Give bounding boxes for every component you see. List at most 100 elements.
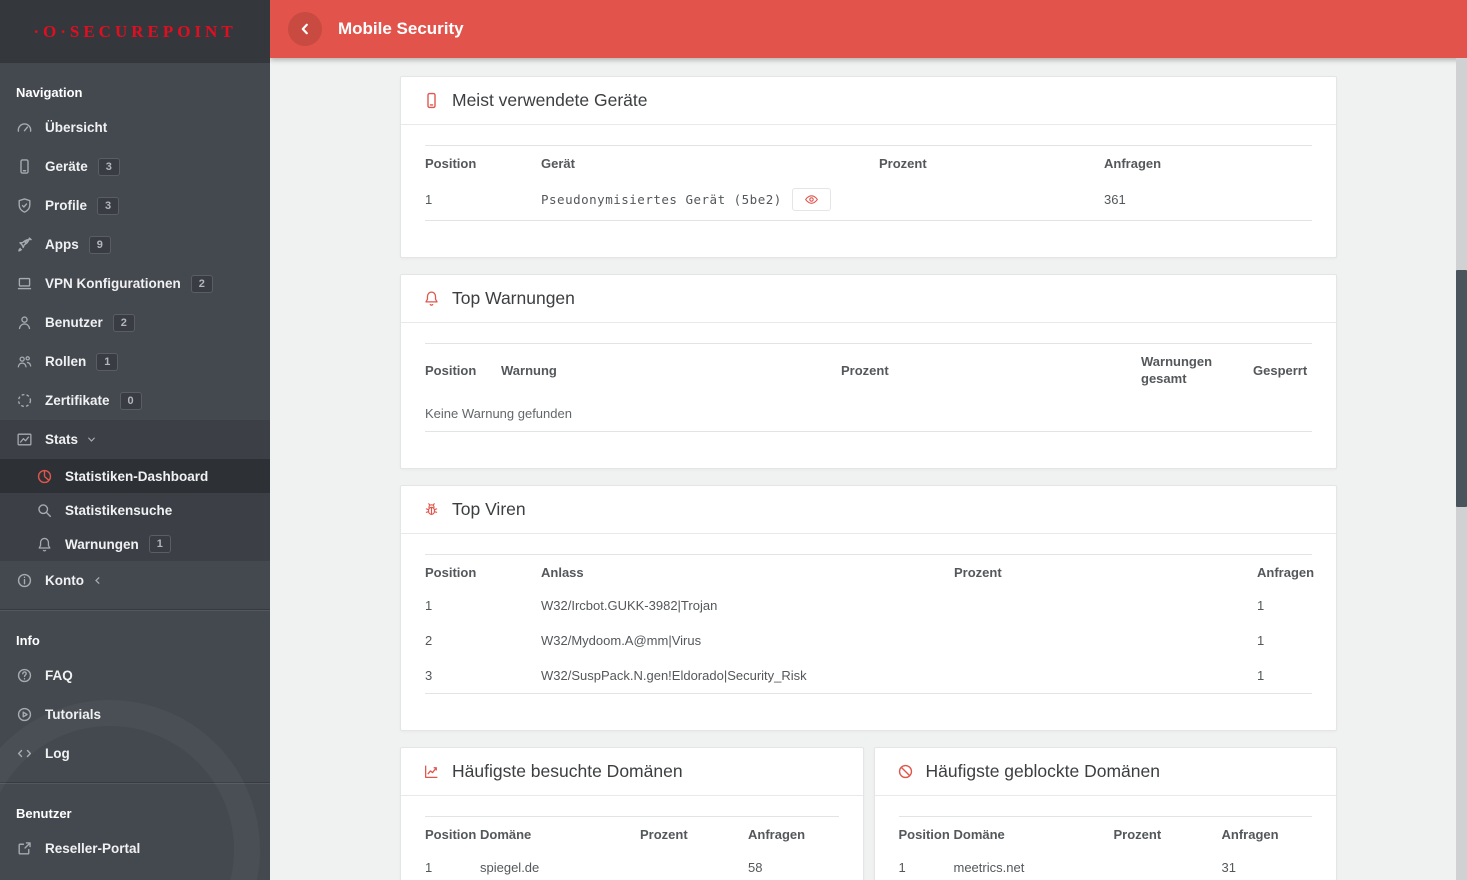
requests-cell: 31 [1221, 860, 1236, 875]
sidebar-item-label: FAQ [45, 668, 73, 683]
chevron-left-icon [92, 575, 103, 586]
column-header-gesperrt: Gesperrt [1253, 362, 1308, 378]
card-top-visited-domains: Häufigste besuchte Domänen Position Domä… [400, 747, 864, 880]
card-title: Häufigste besuchte Domänen [452, 761, 683, 781]
securepoint-logo: ·O·SECUREPOINT [33, 21, 237, 41]
sidebar-item-label: Zertifikate [45, 393, 110, 408]
sidebar-item-faq[interactable]: FAQ [0, 656, 270, 695]
column-header-anfragen: Anfragen [1104, 156, 1162, 171]
column-header-prozent: Prozent [1113, 827, 1162, 842]
requests-cell: 1 [1257, 668, 1265, 683]
section-label: Info [16, 633, 40, 648]
question-icon [16, 667, 33, 684]
virus-name: W32/Ircbot.GUKK-3982|Trojan [541, 598, 718, 613]
chart-icon [16, 431, 33, 448]
column-header-prozent: Prozent [640, 827, 688, 842]
position-cell: 1 [425, 192, 433, 207]
card-title: Top Warnungen [452, 288, 575, 308]
sidebar-item-vpn-konfigurationen[interactable]: VPN Konfigurationen 2 [0, 264, 270, 303]
column-header-position: Position [425, 565, 477, 580]
table-row: 3 W32/SuspPack.N.gen!Eldorado|Security_R… [425, 658, 1312, 693]
column-header-warnung: Warnung [501, 362, 557, 378]
view-device-button[interactable] [791, 188, 831, 211]
sidebar-item-warnungen[interactable]: Warnungen 1 [0, 527, 270, 561]
gauge-icon [16, 119, 33, 136]
scrollbar-track[interactable] [1456, 58, 1467, 880]
laptop-icon [16, 275, 33, 292]
sidebar-item-label: Profile [45, 198, 88, 213]
sidebar-item-label: Statistiken-Dashboard [65, 468, 209, 484]
topbar: Mobile Security [270, 0, 1467, 58]
table-row: 1 Pseudonymisiertes Gerät (5be2) 361 [425, 179, 1312, 220]
column-header-anfragen: Anfragen [748, 827, 806, 842]
virus-name: W32/SuspPack.N.gen!Eldorado|Security_Ris… [541, 668, 807, 683]
sidebar-item-geraete[interactable]: Geräte 3 [0, 147, 270, 186]
count-badge: 2 [112, 313, 135, 332]
sidebar-item-label: Geräte [45, 159, 88, 174]
sidebar-item-zertifikate[interactable]: Zertifikate 0 [0, 381, 270, 420]
column-header-prozent: Prozent [954, 565, 1002, 580]
sidebar-item-label: Warnungen [65, 536, 139, 552]
count-badge: 1 [96, 352, 119, 371]
column-header-position: Position [425, 362, 477, 378]
section-label: Navigation [16, 85, 83, 100]
shield-icon [16, 197, 33, 214]
sidebar-item-statistiken-dashboard[interactable]: Statistiken-Dashboard [0, 459, 270, 493]
card-top-warnings: Top Warnungen Position Warnung Prozent W… [400, 274, 1337, 469]
requests-cell: 1 [1257, 598, 1265, 613]
position-cell: 1 [425, 598, 433, 613]
bell-icon [36, 536, 53, 553]
certificate-icon [16, 392, 33, 409]
sidebar-item-label: Stats [45, 432, 79, 447]
count-badge: 1 [148, 535, 171, 553]
sidebar-item-profile[interactable]: Profile 3 [0, 186, 270, 225]
sidebar-item-stats[interactable]: Stats [0, 420, 270, 459]
requests-cell: 1 [1257, 633, 1265, 648]
sidebar-item-statistikensuche[interactable]: Statistikensuche [0, 493, 270, 527]
chevron-down-icon [86, 434, 97, 445]
rocket-icon [16, 236, 33, 253]
scrollbar-thumb[interactable] [1456, 270, 1467, 507]
nav-section-navigation: Navigation Übersicht Geräte 3 Profile 3 … [0, 63, 270, 610]
card-top-blocked-domains: Häufigste geblockte Domänen Position Dom… [873, 747, 1337, 880]
column-header-prozent: Prozent [841, 362, 889, 378]
column-header-domaene: Domäne [480, 827, 532, 842]
position-cell: 2 [425, 633, 433, 648]
sidebar-item-uebersicht[interactable]: Übersicht [0, 108, 270, 147]
phone-icon [423, 92, 440, 109]
card-title: Häufigste geblockte Domänen [925, 761, 1160, 781]
chevron-left-icon [301, 23, 308, 35]
column-header-anfragen: Anfragen [1221, 827, 1279, 842]
count-badge: 0 [119, 391, 142, 410]
empty-state-text: Keine Warnung gefunden [425, 406, 572, 421]
table-row: 1 spiegel.de 58 [425, 850, 839, 880]
sidebar-item-label: Statistikensuche [65, 502, 173, 518]
back-button[interactable] [288, 12, 322, 46]
sidebar-item-konto[interactable]: Konto [0, 561, 270, 600]
sidebar-item-rollen[interactable]: Rollen 1 [0, 342, 270, 381]
phone-icon [16, 158, 33, 175]
device-name: Pseudonymisiertes Gerät (5be2) [541, 192, 782, 207]
sidebar-item-apps[interactable]: Apps 9 [0, 225, 270, 264]
sidebar-item-benutzer[interactable]: Benutzer 2 [0, 303, 270, 342]
requests-cell: 58 [748, 860, 763, 875]
count-badge: 9 [88, 235, 111, 254]
column-header-anfragen: Anfragen [1257, 565, 1315, 580]
sidebar-item-label: VPN Konfigurationen [45, 276, 181, 291]
card-top-viruses: Top Viren Position Anlass Prozent Anfrag… [400, 485, 1337, 731]
sidebar-item-label: Benutzer [45, 315, 103, 330]
page-title: Mobile Security [338, 19, 464, 38]
app-window: ·O·SECUREPOINT Navigation Übersicht Gerä… [0, 0, 1467, 880]
domain-cell: spiegel.de [480, 860, 540, 875]
column-header-domaene: Domäne [953, 827, 1005, 842]
ban-icon [897, 763, 914, 780]
table-row: 1 W32/Ircbot.GUKK-3982|Trojan 1 [425, 588, 1312, 623]
content-scroll-area: Meist verwendete Geräte Position Gerät P… [270, 58, 1467, 880]
sidebar-item-label: Rollen [45, 354, 87, 369]
table-row: 2 W32/Mydoom.A@mm|Virus 1 [425, 623, 1312, 658]
info-icon [16, 572, 33, 589]
card-title: Top Viren [452, 499, 526, 519]
sidebar-item-label: Apps [45, 237, 79, 252]
logo-block[interactable]: ·O·SECUREPOINT [0, 0, 270, 63]
sidebar-item-label: Konto [45, 573, 84, 588]
